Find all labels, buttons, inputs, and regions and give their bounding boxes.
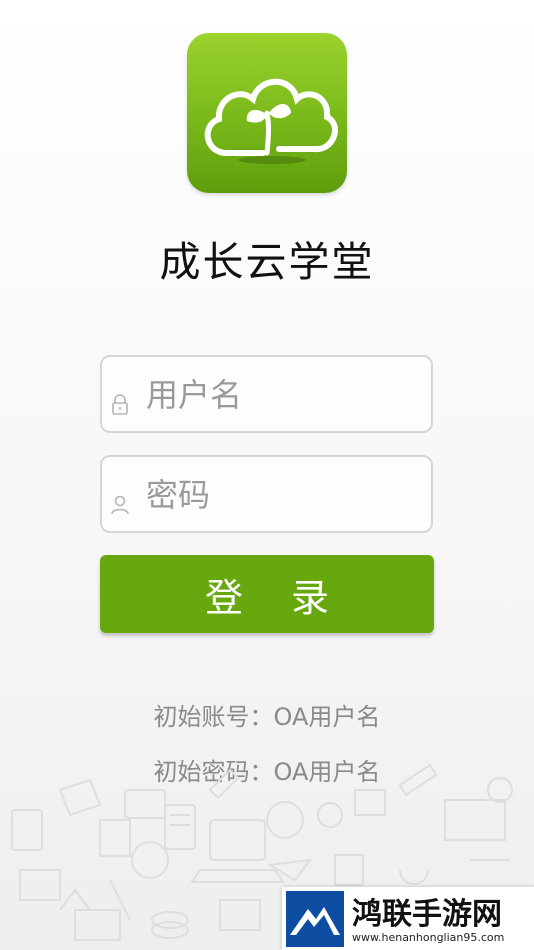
site-watermark: 鸿联手游网 www.henanhonglian95.com [282,887,534,950]
watermark-url: www.henanhonglian95.com [352,931,505,944]
watermark-title: 鸿联手游网 [352,897,502,932]
password-input[interactable] [144,467,428,523]
lock-icon [112,394,128,415]
watermark-logo-icon [286,891,344,947]
username-field[interactable] [100,355,433,433]
app-title: 成长云学堂 [159,238,375,286]
username-input[interactable] [144,367,428,423]
user-icon [111,495,129,515]
initial-account-hint: 初始账号：OA用户名 [153,703,381,731]
password-field[interactable] [100,455,433,533]
cloud-sprout-icon [204,78,338,164]
login-button[interactable]: 登 录 [100,555,434,633]
app-logo [187,33,347,193]
